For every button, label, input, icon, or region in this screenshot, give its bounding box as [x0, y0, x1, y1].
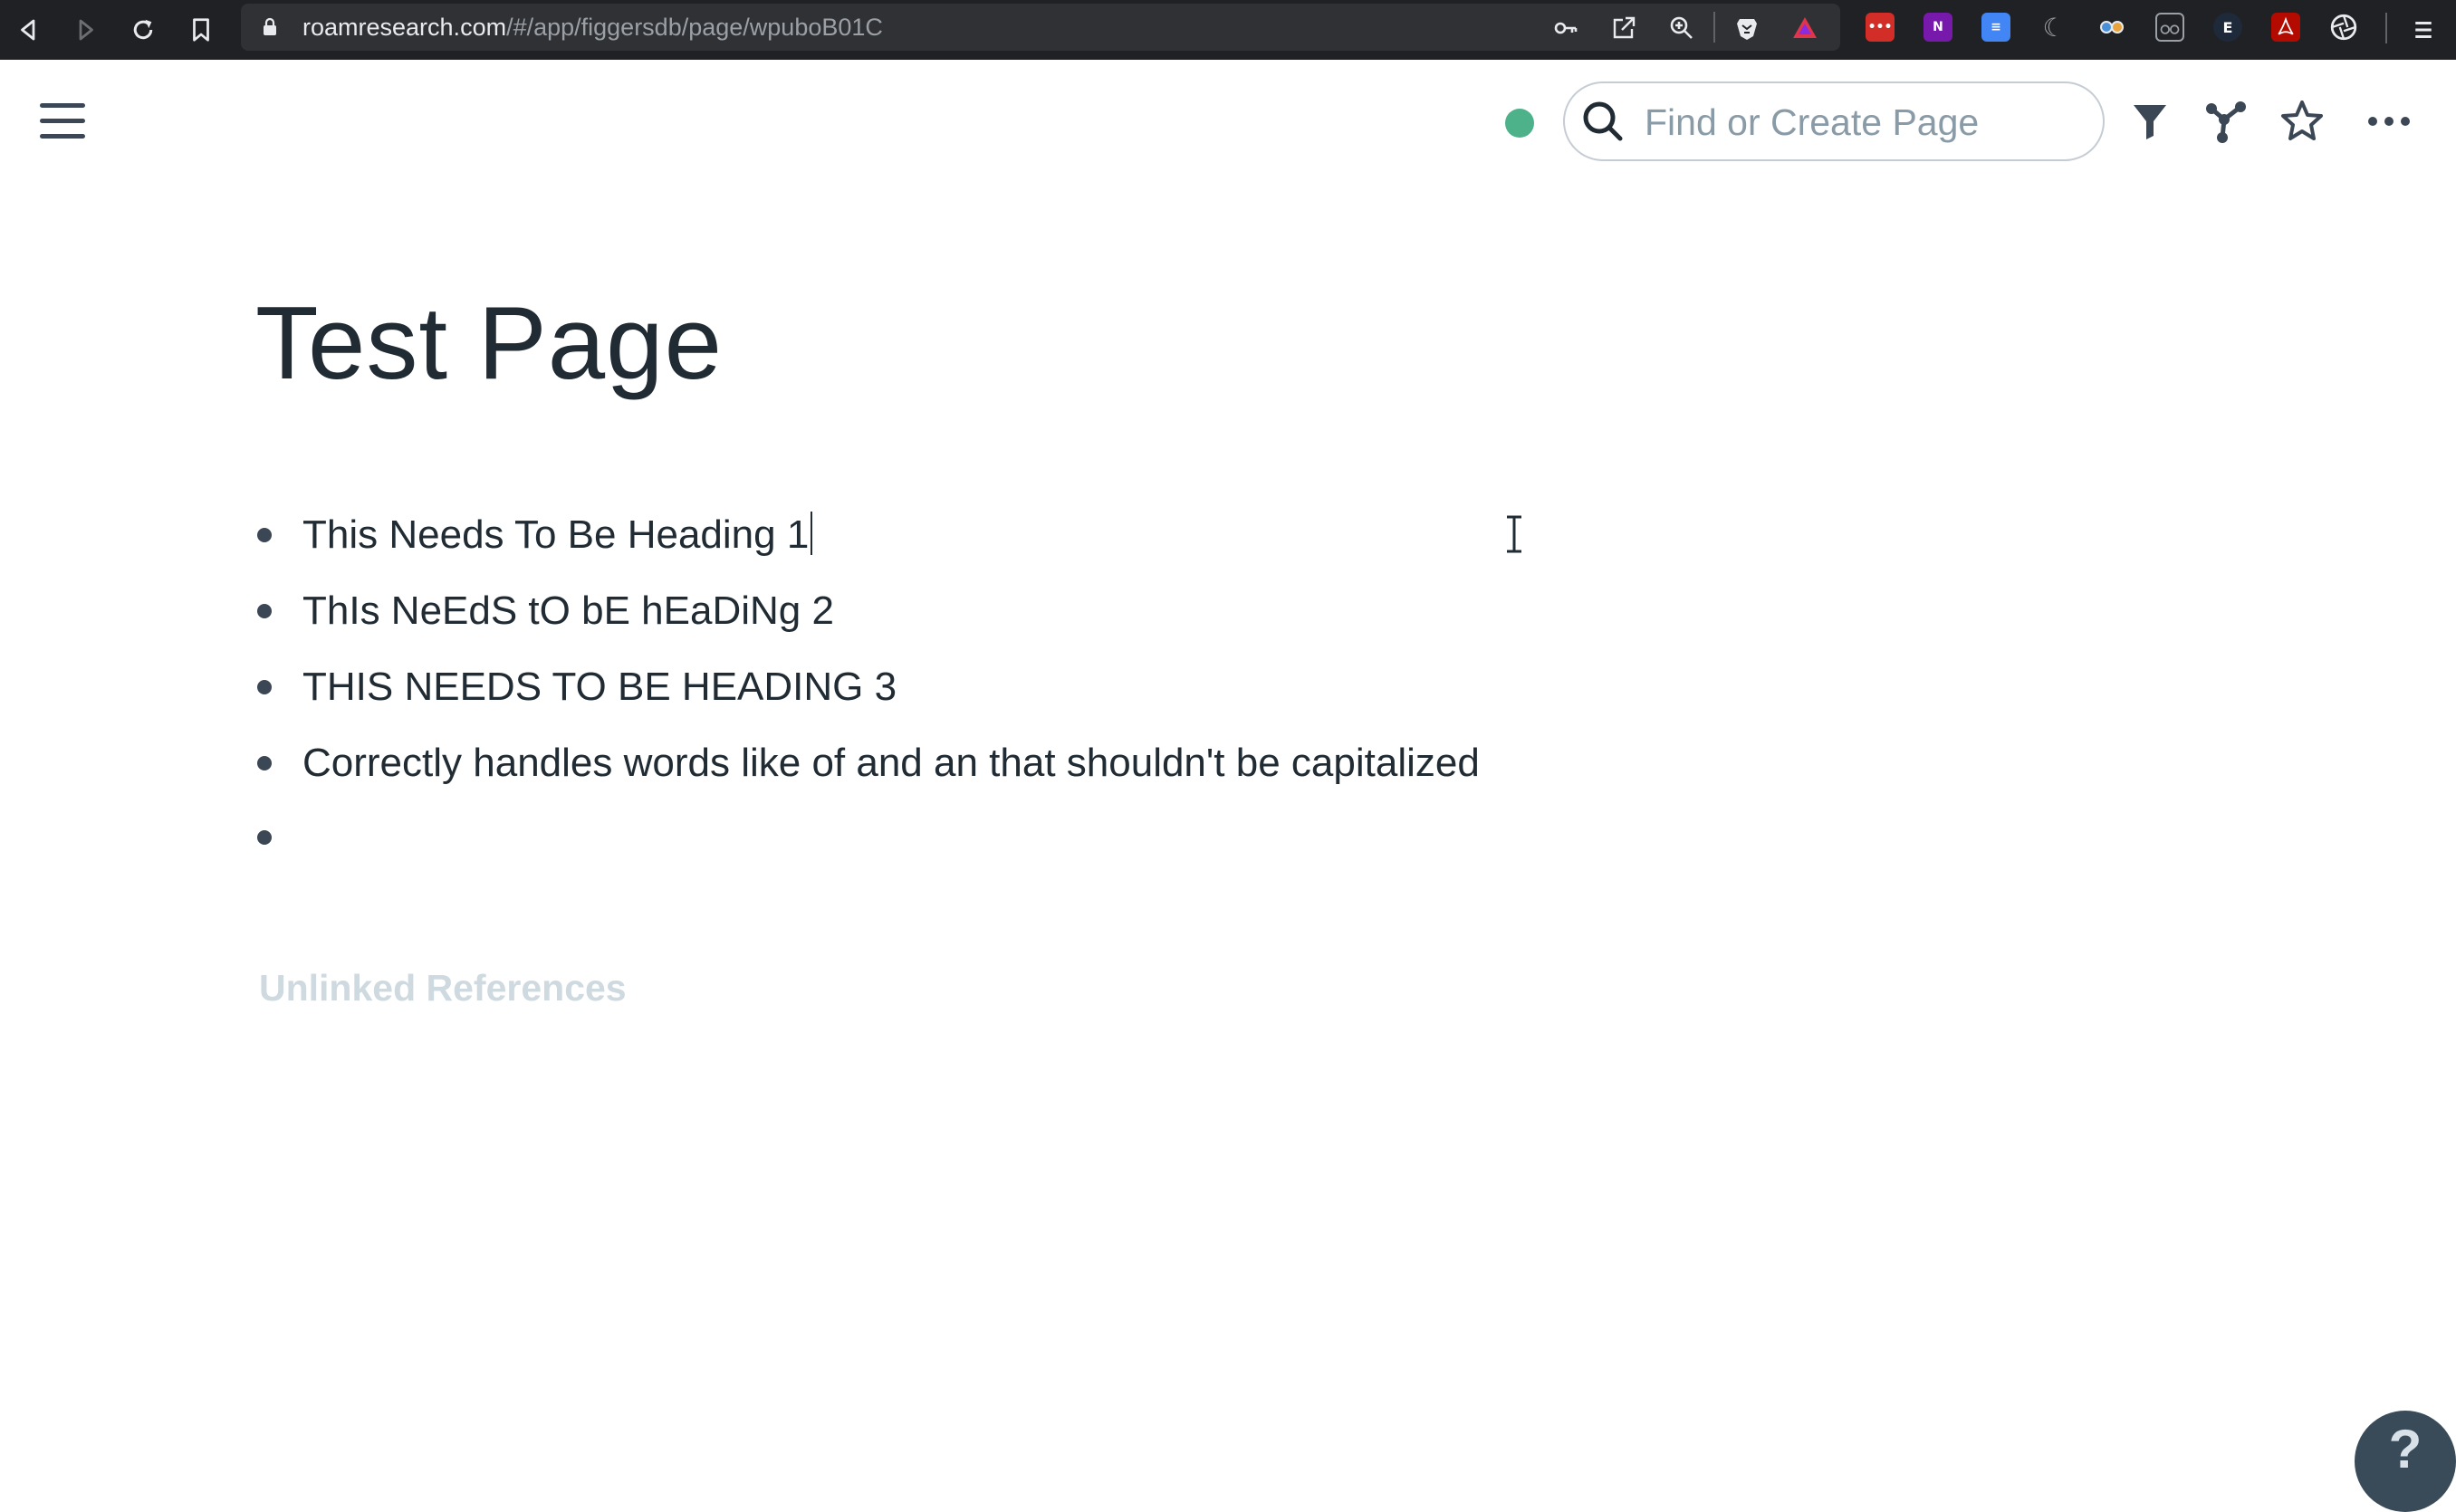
reload-icon	[133, 19, 153, 40]
password-key-button[interactable]	[1552, 14, 1579, 42]
star-icon	[2281, 100, 2323, 140]
lastpass-icon[interactable]: •••	[1866, 13, 1895, 42]
address-bar[interactable]: roamresearch.com/#/app/figgersdb/page/wp…	[241, 4, 1840, 51]
open-external-icon	[1613, 16, 1636, 39]
brave-rewards-icon	[1793, 17, 1817, 38]
page-title[interactable]: Test Page	[255, 281, 723, 407]
block-bullet[interactable]	[257, 756, 272, 770]
block-bullet[interactable]	[257, 830, 272, 845]
menu-lines-icon	[2415, 22, 2432, 38]
unlinked-references-toggle[interactable]: Unlinked References	[259, 967, 627, 1010]
reader-icon[interactable]	[2155, 13, 2184, 42]
block-text[interactable]: This Needs To Be Heading 1	[302, 503, 813, 567]
extension-icon[interactable]	[2329, 13, 2358, 42]
aperture-icon	[2330, 14, 2357, 41]
browser-menu-button[interactable]	[2402, 8, 2445, 52]
forward-button[interactable]	[63, 8, 107, 52]
url-host: roamresearch.com	[302, 14, 507, 41]
text-caret	[811, 512, 813, 555]
help-label: ?	[2388, 1419, 2422, 1479]
glasses-icon	[2100, 21, 2124, 33]
browser-toolbar: roamresearch.com/#/app/figgersdb/page/wp…	[0, 0, 2456, 60]
help-button[interactable]: ?	[2355, 1411, 2456, 1512]
back-icon	[21, 19, 35, 41]
filter-icon	[2134, 105, 2166, 139]
extension-icon[interactable]: ☾	[2039, 13, 2068, 43]
search-input[interactable]	[1643, 96, 2081, 148]
url-path: /#/app/figgersdb/page/wpuboB01C	[506, 14, 883, 41]
back-button[interactable]	[7, 8, 51, 52]
block-item[interactable]: ThIs NeEdS tO bE hEaDiNg 2	[245, 572, 1693, 648]
key-icon	[1554, 22, 1578, 34]
extension-icon[interactable]	[2097, 13, 2126, 42]
block-item[interactable]: THIS NEEDS TO BE HEADING 3	[245, 648, 1693, 724]
search-box[interactable]	[1563, 81, 2105, 161]
reader-glasses-icon	[2160, 24, 2180, 34]
favorite-button[interactable]	[2277, 96, 2327, 147]
block-item[interactable]	[245, 799, 1693, 875]
lock-icon	[264, 17, 276, 35]
graph-icon	[2206, 101, 2246, 143]
block-text[interactable]: Correctly handles words like of and an t…	[302, 732, 1480, 795]
evernote-icon[interactable]: E	[2213, 13, 2242, 42]
url-separator	[1713, 12, 1715, 43]
sidebar-toggle-button[interactable]	[40, 103, 87, 139]
brave-shields-button[interactable]	[1733, 14, 1760, 42]
more-dots-icon	[2368, 117, 2410, 126]
forward-icon	[79, 19, 93, 41]
acrobat-icon[interactable]	[2271, 13, 2300, 42]
acrobat-glyph-icon	[2278, 16, 2294, 35]
url-text: roamresearch.com/#/app/figgersdb/page/wp…	[302, 4, 883, 51]
block-bullet[interactable]	[257, 604, 272, 618]
bookmark-icon	[193, 18, 209, 42]
brave-rewards-button[interactable]	[1791, 14, 1818, 42]
sync-status-indicator	[1505, 109, 1534, 138]
search-icon	[1583, 101, 1623, 141]
brave-lion-icon	[1737, 19, 1757, 40]
zoom-icon	[1670, 16, 1693, 39]
block-text[interactable]: ThIs NeEdS tO bE hEaDiNg 2	[302, 579, 834, 643]
block-bullet[interactable]	[257, 680, 272, 694]
block-text-content: This Needs To Be Heading 1	[302, 512, 810, 557]
block-text[interactable]: THIS NEEDS TO BE HEADING 3	[302, 656, 897, 719]
onenote-icon[interactable]: N	[1924, 13, 1952, 42]
graph-overview-button[interactable]	[2201, 96, 2251, 147]
filter-button[interactable]	[2125, 96, 2175, 147]
open-external-button[interactable]	[1610, 14, 1637, 42]
text-cursor-icon	[1507, 515, 1521, 553]
block-bullet[interactable]	[257, 528, 272, 542]
toolbar-separator	[2385, 13, 2387, 43]
google-docs-icon[interactable]: ≡	[1981, 13, 2010, 42]
more-options-button[interactable]	[2364, 96, 2414, 147]
bookmark-button[interactable]	[179, 8, 223, 52]
block-item[interactable]: Correctly handles words like of and an t…	[245, 724, 1693, 800]
zoom-button[interactable]	[1668, 14, 1695, 42]
reload-button[interactable]	[121, 8, 165, 52]
block-item[interactable]: This Needs To Be Heading 1	[245, 496, 1693, 572]
